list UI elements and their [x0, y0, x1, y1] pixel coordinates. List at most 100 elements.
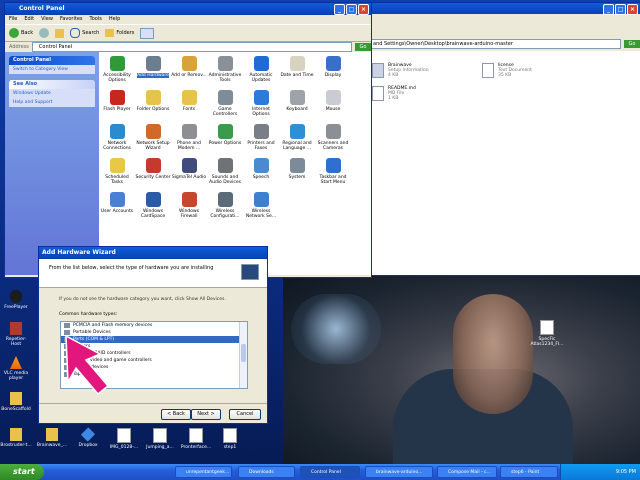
menu-view[interactable]: View: [41, 15, 53, 24]
applet-item[interactable]: Keyboard: [279, 90, 315, 124]
desktop-icon-brainwave[interactable]: Brainwave_...: [36, 428, 68, 458]
applet-item[interactable]: User Accounts: [99, 192, 135, 226]
desktop-icon-vlc[interactable]: VLC media player: [2, 356, 30, 392]
applet-item[interactable]: Windows Firewall: [171, 192, 207, 226]
applet-item[interactable]: Flash Player: [99, 90, 135, 124]
control-panel-titlebar[interactable]: Control Panel _ □ ×: [5, 3, 371, 15]
applet-item[interactable]: Accessibility Options: [99, 56, 135, 90]
file-item[interactable]: license Text Document 35 KB: [482, 63, 532, 78]
applet-item[interactable]: Wireless Network Se...: [243, 192, 279, 226]
applet-item[interactable]: Add Hardware: [135, 56, 171, 90]
list-scrollbar[interactable]: [239, 322, 247, 388]
views-icon[interactable]: [140, 27, 155, 39]
applet-item[interactable]: Date and Time: [279, 56, 315, 90]
taskbar-button[interactable]: Compose Mail - c...: [437, 466, 497, 478]
applet-item[interactable]: Folder Options: [135, 90, 171, 124]
go-button[interactable]: Go: [355, 43, 371, 51]
desktop-icon-brostruder[interactable]: Brostruder-t...: [0, 428, 32, 458]
desktop-icon-specfic[interactable]: SpecFic Atlas1234_Fl...: [530, 320, 564, 347]
forward-button[interactable]: [39, 28, 50, 38]
applet-item[interactable]: Taskbar and Start Menu: [315, 158, 351, 192]
applet-item[interactable]: Regional and Language ...: [279, 124, 315, 158]
clock[interactable]: 9:05 PM: [616, 469, 636, 475]
applet-label: Power Options: [208, 141, 242, 146]
desktop-icon-bonescaffold[interactable]: BoneScaffold: [1, 392, 31, 422]
folder-icon: [10, 428, 22, 441]
menu-favorites[interactable]: Favorites: [60, 15, 83, 24]
scrollbar-thumb[interactable]: [241, 344, 246, 362]
wizard-titlebar[interactable]: Add Hardware Wizard: [39, 247, 267, 259]
explorer-address-input[interactable]: and Settings\Owner\Desktop\brainwave-ard…: [369, 39, 621, 49]
hardware-list-item[interactable]: Portable Devices: [61, 329, 247, 336]
applet-item[interactable]: Printers and Faxes: [243, 124, 279, 158]
applet-item[interactable]: Windows CardSpace: [135, 192, 171, 226]
close-icon[interactable]: ×: [627, 4, 638, 15]
desktop-icon-step1[interactable]: step1: [216, 428, 244, 458]
desktop-icon-pronterface[interactable]: Pronterface...: [180, 428, 212, 458]
applet-item[interactable]: Mouse: [315, 90, 351, 124]
desktop-icon-dropbox[interactable]: Dropbox: [72, 427, 104, 458]
applet-item[interactable]: SigmaTel Audio: [171, 158, 207, 192]
explorer-go-button[interactable]: Go: [624, 40, 640, 48]
taskbar-button[interactable]: brainwave-arduino...: [365, 466, 433, 478]
applet-item[interactable]: Scheduled Tasks: [99, 158, 135, 192]
file-item[interactable]: README.md MD File 1 KB: [372, 86, 416, 101]
applet-item[interactable]: Scanners and Cameras: [315, 124, 351, 158]
applet-label: Flash Player: [103, 107, 131, 112]
folders-button[interactable]: Folders: [105, 29, 134, 37]
menu-help[interactable]: Help: [109, 15, 120, 24]
hardware-list-item[interactable]: PCMCIA and Flash memory devices: [61, 322, 247, 329]
close-icon[interactable]: ×: [358, 4, 369, 15]
applet-item[interactable]: Administrative Tools: [207, 56, 243, 90]
applet-item[interactable]: Automatic Updates: [243, 56, 279, 90]
applet-grid: Accessibility Options Add Hardware Add or …: [99, 52, 371, 226]
applet-item[interactable]: Wireless Configurati...: [207, 192, 243, 226]
applet-item[interactable]: Phone and Modem ...: [171, 124, 207, 158]
menu-edit[interactable]: Edit: [24, 15, 34, 24]
maximize-icon[interactable]: □: [615, 4, 626, 15]
file-item[interactable]: Brainwave Setup Information 4 KB: [372, 63, 429, 78]
taskbar-button[interactable]: Downloads: [238, 466, 295, 478]
menu-file[interactable]: File: [9, 15, 17, 24]
applet-item[interactable]: Security Center: [135, 158, 171, 192]
switch-view-link[interactable]: Switch to Category View: [9, 65, 95, 74]
taskbar-button[interactable]: unrepentantgeek...: [175, 466, 232, 478]
start-button[interactable]: start: [0, 464, 44, 480]
menu-tools[interactable]: Tools: [90, 15, 102, 24]
applet-icon: [253, 192, 269, 207]
back-button[interactable]: < Back: [161, 409, 191, 420]
applet-item[interactable]: Add or Remov...: [171, 56, 207, 90]
applet-item[interactable]: Display: [315, 56, 351, 90]
desktop-icon-img0128[interactable]: IMG_0128-...: [108, 428, 140, 458]
help-support-link[interactable]: Help and Support: [9, 98, 95, 107]
up-folder-icon[interactable]: [55, 28, 65, 38]
applet-item[interactable]: Sounds and Audio Devices: [207, 158, 243, 192]
maximize-icon[interactable]: □: [346, 4, 357, 15]
next-button[interactable]: Next >: [191, 409, 221, 420]
applet-item[interactable]: Fonts: [171, 90, 207, 124]
search-button[interactable]: Search: [70, 28, 99, 38]
applet-item[interactable]: Internet Options: [243, 90, 279, 124]
applet-label: Network Setup Wizard: [136, 141, 170, 151]
windows-update-link[interactable]: Windows Update: [9, 89, 95, 98]
address-input[interactable]: Control Panel: [31, 42, 352, 52]
cancel-button[interactable]: Cancel: [229, 409, 261, 420]
applet-item[interactable]: Network Setup Wizard: [135, 124, 171, 158]
applet-item[interactable]: System: [279, 158, 315, 192]
minimize-icon[interactable]: _: [334, 4, 345, 15]
back-button[interactable]: Back: [9, 28, 33, 38]
taskbar-button[interactable]: Control Panel: [300, 466, 360, 478]
document-icon: [189, 428, 203, 443]
desktop-icon-repetier[interactable]: Repetier-Host: [2, 322, 30, 356]
applet-label: Add Hardware: [137, 73, 169, 78]
applet-item[interactable]: Speech: [243, 158, 279, 192]
control-panel-window[interactable]: Control Panel _ □ × File Edit View Favorit…: [4, 2, 372, 278]
applet-item[interactable]: Power Options: [207, 124, 243, 158]
desktop-icon-column: FreePlayer Repetier-Host VLC media playe…: [1, 290, 31, 422]
applet-item[interactable]: Game Controllers: [207, 90, 243, 124]
applet-item[interactable]: Network Connections: [99, 124, 135, 158]
desktop-icon-jumping[interactable]: Jumping_a...: [144, 428, 176, 458]
taskbar-button[interactable]: step6 - Paint: [500, 466, 558, 478]
desktop-icon-freeplayer[interactable]: FreePlayer: [2, 290, 30, 322]
minimize-icon[interactable]: _: [603, 4, 614, 15]
